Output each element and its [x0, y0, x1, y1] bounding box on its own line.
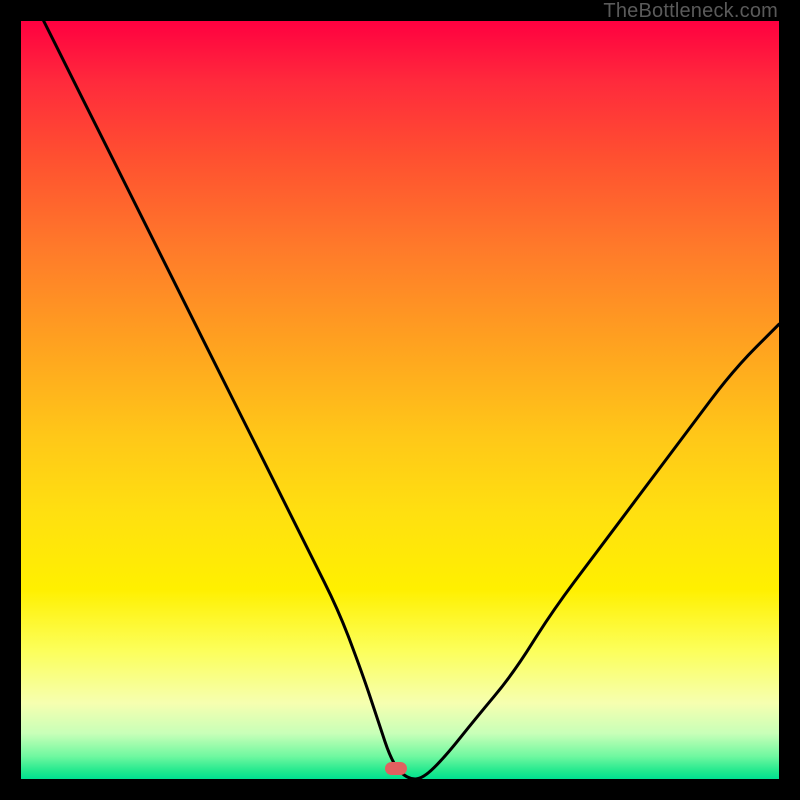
bottleneck-curve	[21, 21, 779, 779]
optimum-marker	[385, 762, 407, 775]
plot-area	[21, 21, 779, 779]
watermark-text: TheBottleneck.com	[603, 0, 778, 23]
chart-frame: { "watermark": "TheBottleneck.com", "mar…	[0, 0, 800, 800]
